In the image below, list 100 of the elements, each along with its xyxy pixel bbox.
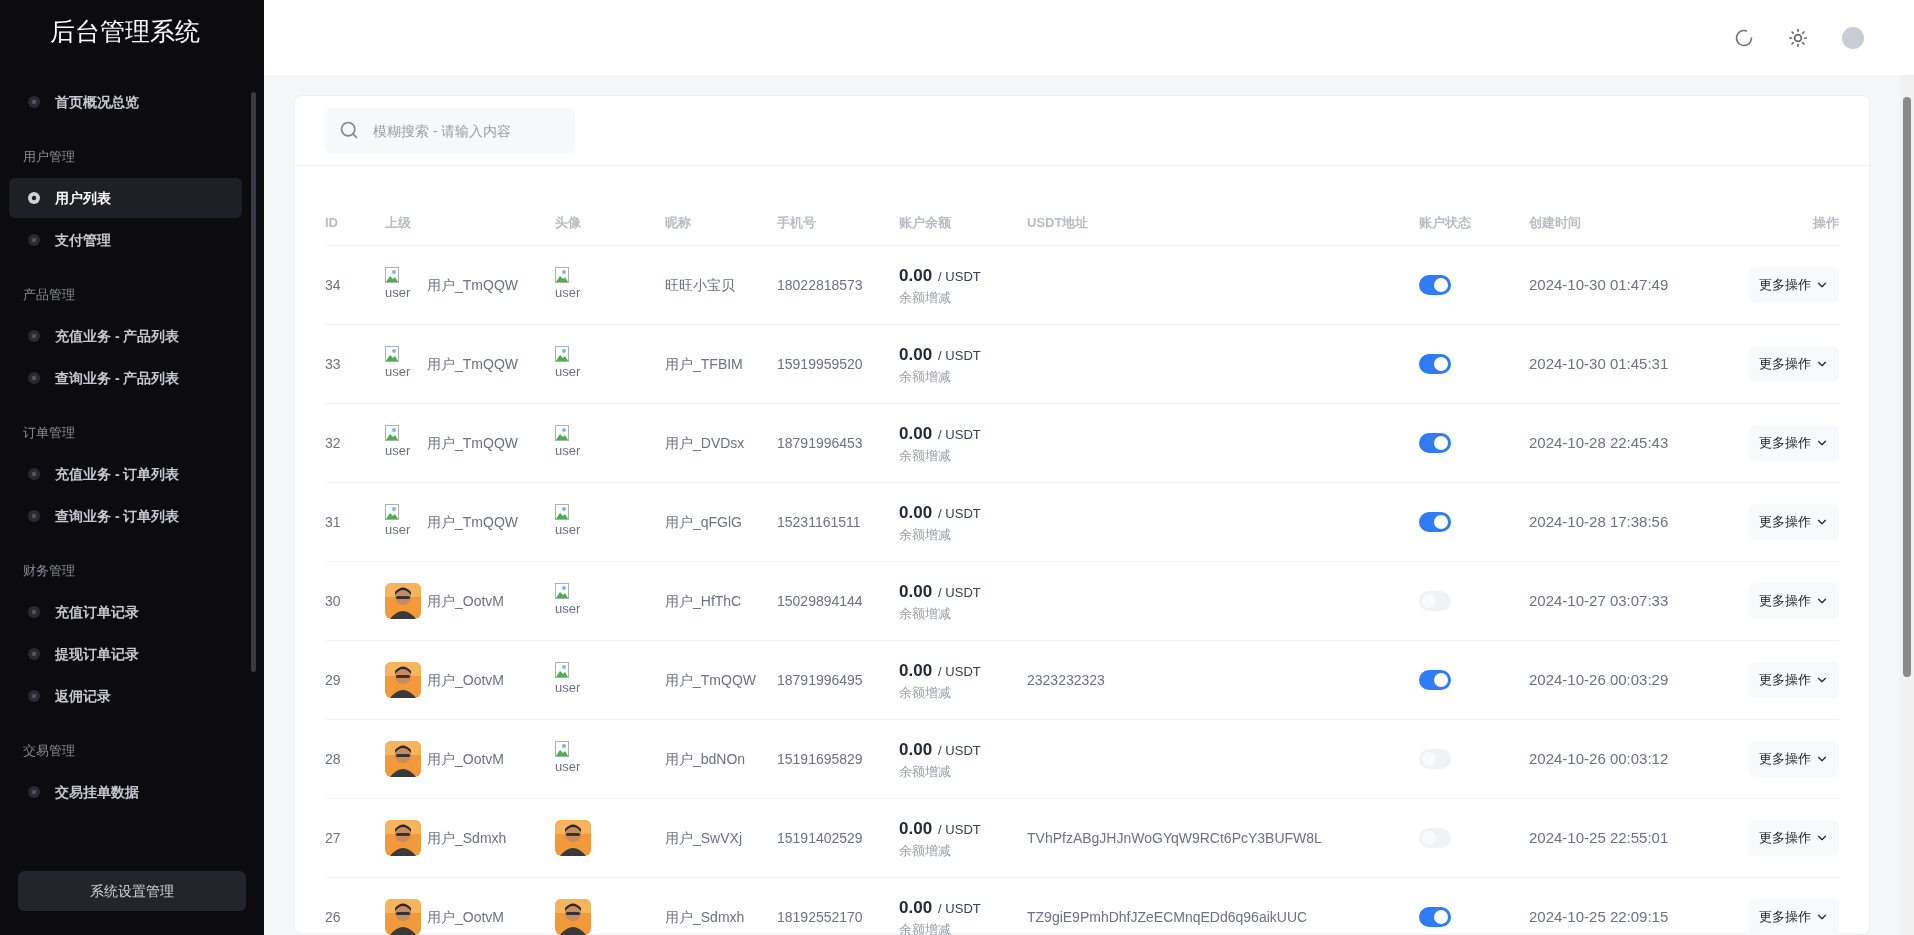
table-cell: 用户_bdNOn	[665, 750, 746, 767]
broken-image: user	[555, 741, 591, 777]
nav-group-title: 用户管理	[22, 148, 76, 167]
table-cell: 2024-10-30 01:45:31	[1529, 354, 1669, 372]
dot-icon	[27, 233, 41, 247]
nav-item[interactable]: 充值订单记录	[9, 592, 242, 632]
more-actions-button[interactable]: 更多操作	[1749, 346, 1839, 382]
column-header: 账户状态	[1419, 215, 1471, 231]
table-cell: 15029894144	[777, 592, 863, 609]
table-cell: 用户_TFBIM	[665, 355, 743, 372]
settings-button[interactable]: 系统设置管理	[18, 871, 246, 911]
dot-icon	[27, 191, 41, 205]
table-cell: 2024-10-27 03:07:33	[1529, 591, 1669, 609]
nav-item[interactable]: 充值业务 - 产品列表	[9, 316, 242, 356]
more-actions-button[interactable]: 更多操作	[1749, 504, 1839, 540]
column-header: 昵称	[665, 215, 691, 231]
more-actions-button[interactable]: 更多操作	[1749, 583, 1839, 619]
column-header: 手机号	[777, 215, 816, 231]
balance-amount: 0.00	[899, 343, 933, 366]
dot-icon	[27, 371, 41, 385]
table-cell: 18791996495	[777, 671, 863, 688]
table-cell: 26	[325, 908, 341, 925]
table-cell-text: 用户_OotvM	[427, 749, 504, 769]
dot-icon	[27, 647, 41, 661]
table-cell: 34	[325, 276, 341, 293]
search-field[interactable]: 模糊搜索 - 请输入内容	[325, 108, 575, 153]
table-cell-text: 用户_TmQQW	[427, 433, 518, 453]
balance-amount: 0.00	[899, 738, 933, 761]
balance-unit: / USDT	[938, 583, 981, 602]
broken-image: user	[555, 346, 591, 382]
nav-item[interactable]: 返佣记录	[9, 676, 242, 716]
table-cell: 32	[325, 434, 341, 451]
dot-icon	[27, 95, 41, 109]
more-actions-button[interactable]: 更多操作	[1749, 267, 1839, 303]
table-cell: 2024-10-26 00:03:29	[1529, 670, 1669, 688]
balance-unit: / USDT	[938, 662, 981, 681]
table-cell-text: 用户_OotvM	[427, 907, 504, 927]
scrollbar-thumb[interactable]	[1903, 97, 1911, 677]
column-header: 操作	[1813, 215, 1839, 231]
balance-unit: / USDT	[938, 899, 981, 918]
nav-item[interactable]: 查询业务 - 产品列表	[9, 358, 242, 398]
scrollbar-thumb[interactable]	[251, 92, 256, 672]
nav-item[interactable]: 首页概况总览	[9, 82, 242, 122]
status-toggle[interactable]	[1419, 354, 1451, 374]
nav-item[interactable]: 支付管理	[9, 220, 242, 260]
balance-unit: / USDT	[938, 504, 981, 523]
column-header: USDT地址	[1027, 215, 1089, 231]
column-header: 上级	[385, 215, 411, 231]
table-cell: 33	[325, 355, 341, 372]
sun-icon[interactable]	[1788, 27, 1808, 48]
nav-item[interactable]: 提现订单记录	[9, 634, 242, 674]
nav-item[interactable]: 充值业务 - 订单列表	[9, 454, 242, 494]
table-cell: 27	[325, 829, 341, 846]
nav-item[interactable]: 交易挂单数据	[9, 772, 242, 812]
nav-item[interactable]: 用户列表	[9, 178, 242, 218]
table-cell: 2024-10-28 17:38:56	[1529, 512, 1669, 530]
broken-image: user	[555, 583, 591, 619]
balance-unit: / USDT	[938, 425, 981, 444]
status-toggle[interactable]	[1419, 275, 1451, 295]
nav-group-title: 产品管理	[22, 286, 76, 305]
broken-image: user	[385, 504, 421, 540]
table-cell: 31	[325, 513, 341, 530]
broken-image: user	[555, 662, 591, 698]
status-toggle[interactable]	[1419, 433, 1451, 453]
more-actions-button[interactable]: 更多操作	[1749, 425, 1839, 461]
column-header: 创建时间	[1529, 215, 1581, 231]
column-header: ID	[325, 215, 338, 231]
nav-group-title: 订单管理	[22, 424, 76, 443]
table-cell: 旺旺小宝贝	[665, 276, 735, 293]
dot-icon	[27, 509, 41, 523]
table-cell: 用户_Sdmxh	[665, 908, 745, 925]
status-toggle[interactable]	[1419, 670, 1451, 690]
broken-image: user	[555, 267, 591, 303]
more-actions-button[interactable]: 更多操作	[1749, 662, 1839, 698]
table-cell: 15191695829	[777, 750, 863, 767]
table-cell: 18022818573	[777, 276, 863, 293]
nav-group-title: 交易管理	[22, 742, 76, 761]
status-toggle[interactable]	[1419, 512, 1451, 532]
table-cell: 2024-10-30 01:47:49	[1529, 275, 1669, 293]
nav-item[interactable]: 查询业务 - 订单列表	[9, 496, 242, 536]
balance-amount: 0.00	[899, 501, 933, 524]
app-title: 后台管理系统	[49, 16, 201, 49]
refresh-icon[interactable]	[1734, 27, 1754, 48]
table-cell-text: 用户_TmQQW	[427, 512, 518, 532]
table-cell: 用户_qFGlG	[665, 513, 742, 530]
balance-amount: 0.00	[899, 422, 933, 445]
more-actions-button[interactable]: 更多操作	[1749, 899, 1839, 935]
table-cell: 用户_SwVXj	[665, 829, 743, 846]
more-actions-button[interactable]: 更多操作	[1749, 741, 1839, 777]
balance-amount: 0.00	[899, 580, 933, 603]
table-cell: 2024-10-25 22:09:15	[1529, 907, 1669, 925]
more-actions-button[interactable]: 更多操作	[1749, 820, 1839, 856]
table-cell: 30	[325, 592, 341, 609]
balance-unit: / USDT	[938, 741, 981, 760]
table-cell-text: 用户_TmQQW	[427, 275, 518, 295]
broken-image: user	[385, 267, 421, 303]
balance-amount: 0.00	[899, 264, 933, 287]
table-cell: 28	[325, 750, 341, 767]
nav-group-title: 财务管理	[22, 562, 76, 581]
status-toggle[interactable]	[1419, 907, 1451, 927]
